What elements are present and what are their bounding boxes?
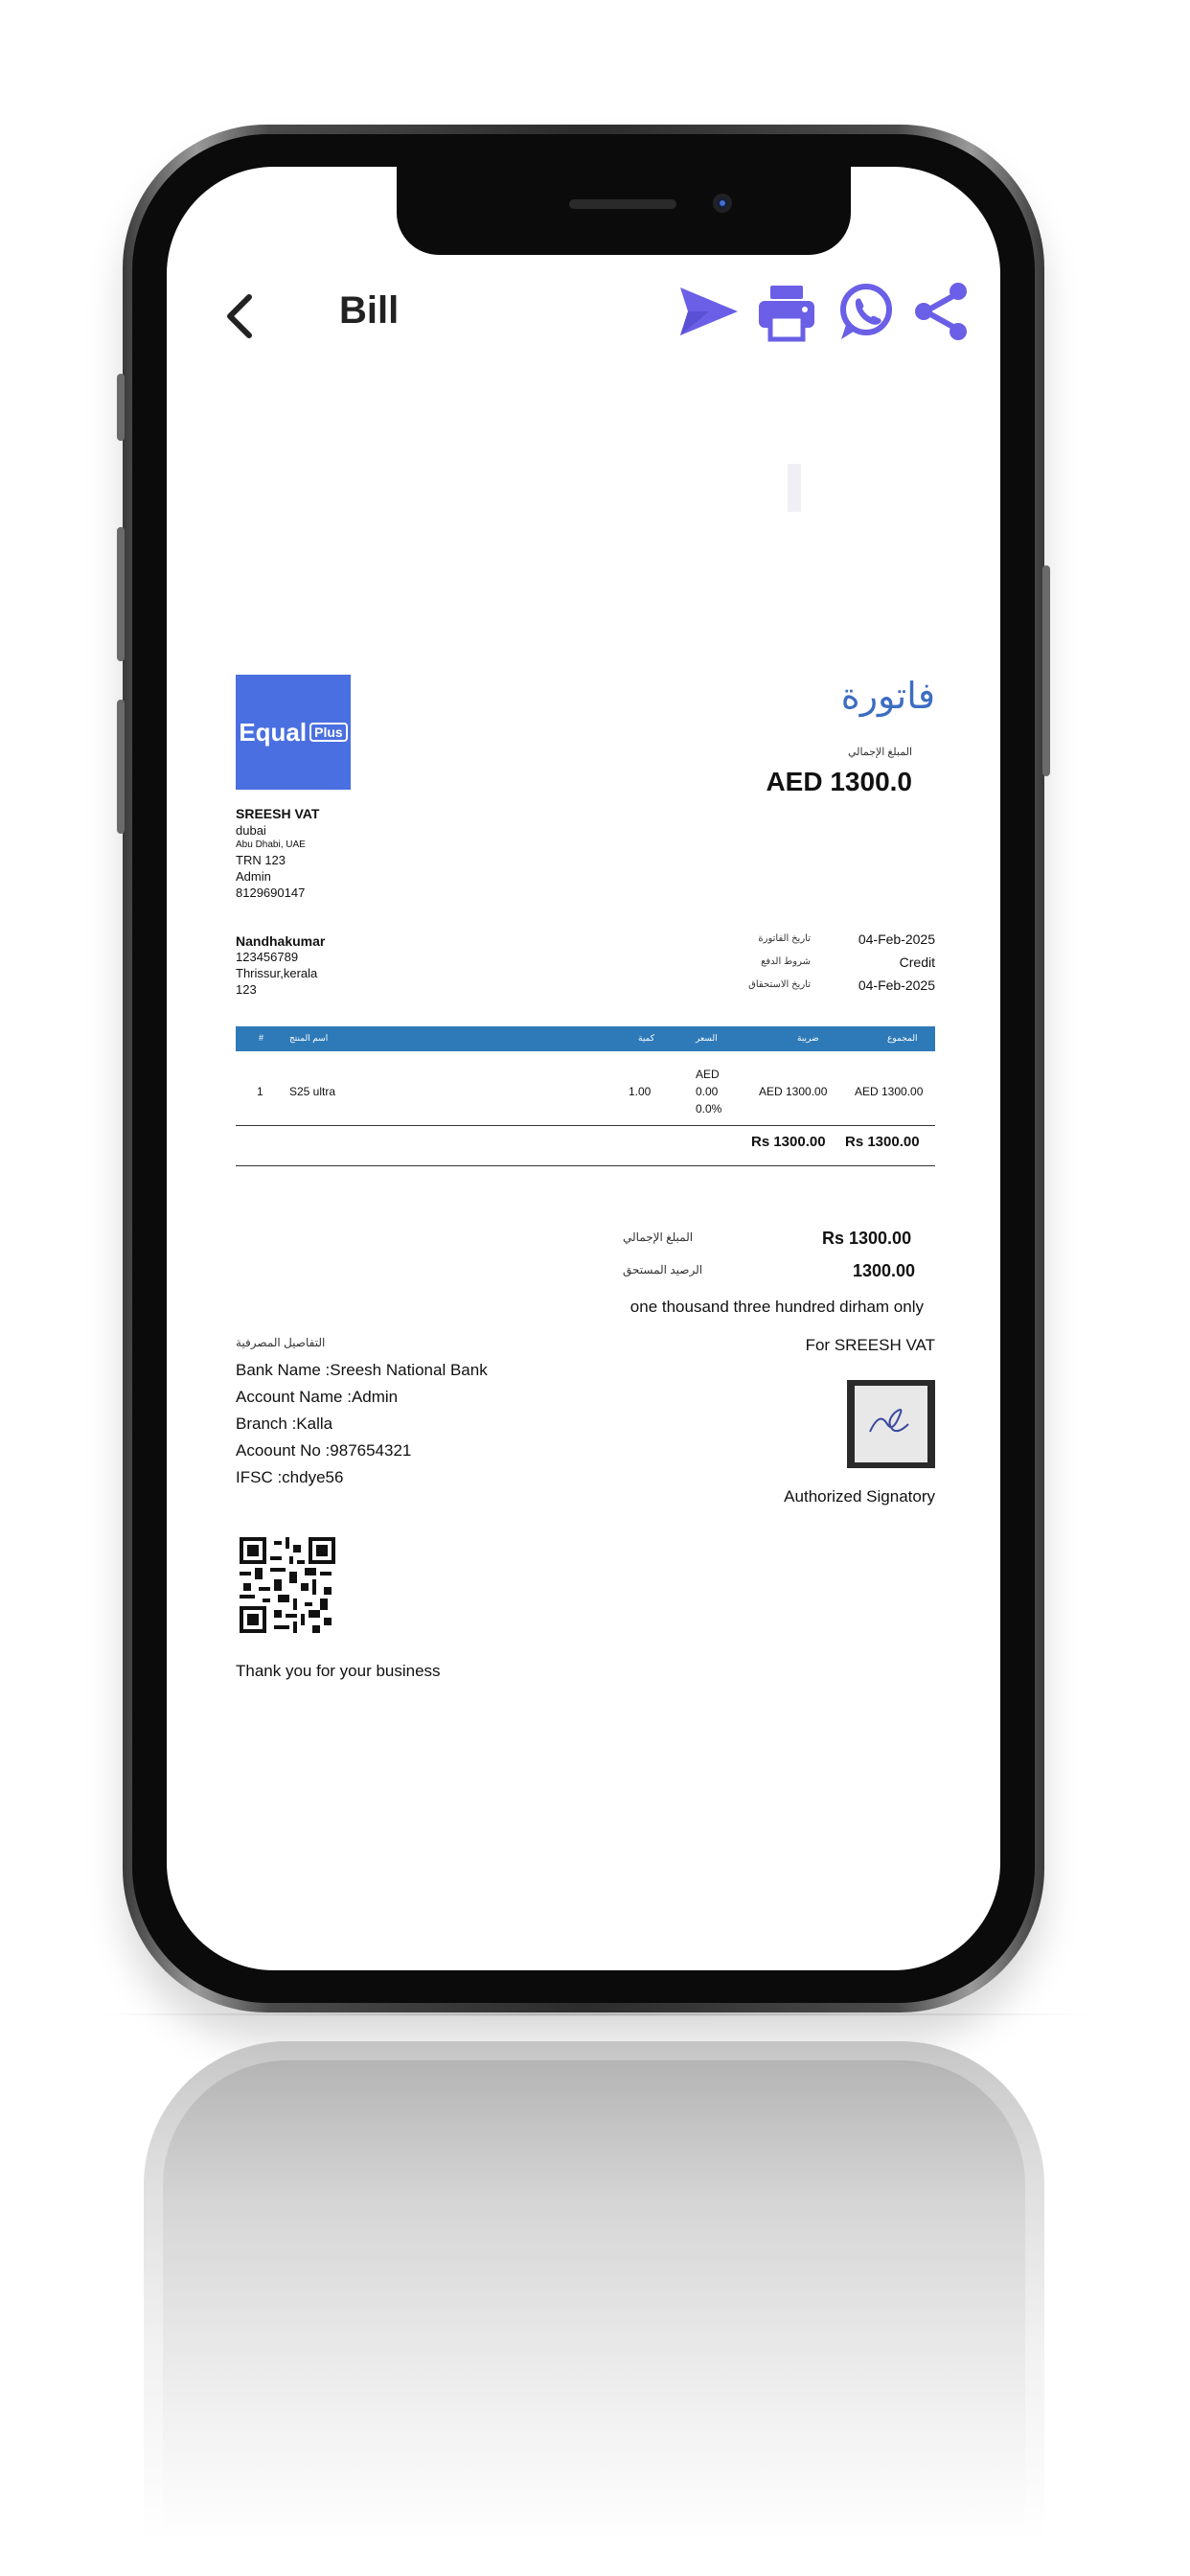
company-address: Abu Dhabi, UAE — [236, 840, 306, 850]
branch: Branch :Kalla — [236, 1414, 333, 1433]
account-name: Account Name :Admin — [236, 1388, 399, 1406]
loading-placeholder — [788, 464, 801, 512]
phone-reflection — [144, 2041, 1044, 2540]
total-amount: AED 1300.0 — [766, 767, 912, 796]
mute-switch — [117, 374, 125, 441]
for-company: For SREESH VAT — [805, 1336, 935, 1354]
send-icon[interactable] — [676, 280, 740, 343]
balance-due-label: الرصيد المستحق — [623, 1263, 703, 1276]
bank-details-title: التفاصيل المصرفية — [236, 1336, 326, 1349]
bill-document: Equal Plus SREESH VAT dubai Abu Dhabi, U… — [236, 675, 935, 1825]
sum-tax: Rs 1300.00 — [751, 1134, 826, 1150]
customer-phone: 123456789 — [236, 950, 299, 964]
company-trn: TRN 123 — [236, 853, 286, 867]
col-total: المجموع — [887, 1033, 918, 1043]
amount-in-words: one thousand three hundred dirham only — [629, 1298, 924, 1316]
col-tax: ضريبة — [797, 1033, 819, 1043]
payment-terms: Credit — [899, 954, 935, 970]
table-rule-bottom — [236, 1165, 935, 1166]
payment-terms-label: شروط الدفع — [761, 956, 811, 967]
company-city: dubai — [236, 823, 266, 838]
row-price-currency: AED — [696, 1068, 720, 1081]
due-date: 04-Feb-2025 — [858, 978, 935, 993]
col-number: # — [259, 1033, 264, 1043]
phone-reflection-inner — [163, 2060, 1025, 2540]
row-number: 1 — [257, 1085, 263, 1098]
total-label: المبلغ الإجمالي — [848, 747, 912, 758]
col-price: السعر — [696, 1033, 718, 1043]
account-number: Acoount No :987654321 — [236, 1441, 412, 1460]
volume-down-button — [117, 700, 125, 834]
screen: Bill Equal Plus SREESH VAT dubai Abu Dha… — [167, 167, 1000, 1970]
logo-text: Equal — [239, 717, 308, 747]
company-phone: 8129690147 — [236, 886, 306, 900]
row-tax: AED 1300.00 — [759, 1085, 828, 1098]
invoice-date: 04-Feb-2025 — [858, 932, 935, 947]
col-item: اسم المنتج — [289, 1033, 329, 1043]
volume-up-button — [117, 527, 125, 661]
table-rule — [236, 1125, 935, 1126]
phone-frame: Bill Equal Plus SREESH VAT dubai Abu Dha… — [117, 125, 1050, 2012]
table-header: # اسم المنتج كمية السعر ضريبة المجموع — [236, 1026, 935, 1051]
due-date-label: تاريخ الاستحقاق — [748, 979, 811, 990]
row-price-amount: 0.00 — [696, 1085, 719, 1098]
row-total: AED 1300.00 — [855, 1085, 924, 1098]
customer-name: Nandhakumar — [236, 933, 326, 949]
invoice-date-label: تاريخ الفاتورة — [758, 933, 811, 944]
phone-shadow — [67, 2012, 1121, 2016]
share-icon[interactable] — [910, 280, 973, 343]
company-logo: Equal Plus — [236, 675, 351, 790]
authorized-signatory: Authorized Signatory — [784, 1487, 935, 1506]
invoice-title: فاتورة — [840, 675, 935, 717]
qr-code — [240, 1537, 335, 1633]
customer-address: Thrissur,kerala — [236, 966, 318, 980]
grand-total-label: المبلغ الإجمالي — [623, 1230, 694, 1244]
camera — [713, 194, 732, 213]
company-name: SREESH VAT — [236, 806, 320, 821]
page-title: Bill — [339, 289, 400, 332]
grand-total-value: Rs 1300.00 — [822, 1229, 912, 1248]
print-icon[interactable] — [755, 280, 818, 343]
logo-badge: Plus — [309, 723, 348, 742]
row-discount: 0.0% — [696, 1102, 722, 1116]
thank-you-note: Thank you for your business — [236, 1662, 441, 1680]
bank-name: Bank Name :Sreesh National Bank — [236, 1361, 488, 1379]
ifsc: IFSC :chdye56 — [236, 1468, 344, 1486]
speaker — [569, 199, 676, 209]
company-contact: Admin — [236, 869, 271, 884]
row-item: S25 ultra — [289, 1085, 336, 1098]
power-button — [1042, 565, 1050, 776]
balance-due-value: 1300.00 — [853, 1261, 916, 1280]
signature-image — [847, 1380, 935, 1468]
notch — [397, 167, 851, 255]
back-icon[interactable] — [220, 289, 259, 343]
customer-code: 123 — [236, 982, 257, 997]
sum-total: Rs 1300.00 — [845, 1134, 920, 1150]
col-qty: كمية — [638, 1033, 655, 1043]
row-qty: 1.00 — [629, 1085, 652, 1098]
whatsapp-icon[interactable] — [834, 280, 897, 343]
phone-bezel: Bill Equal Plus SREESH VAT dubai Abu Dha… — [132, 134, 1035, 2003]
